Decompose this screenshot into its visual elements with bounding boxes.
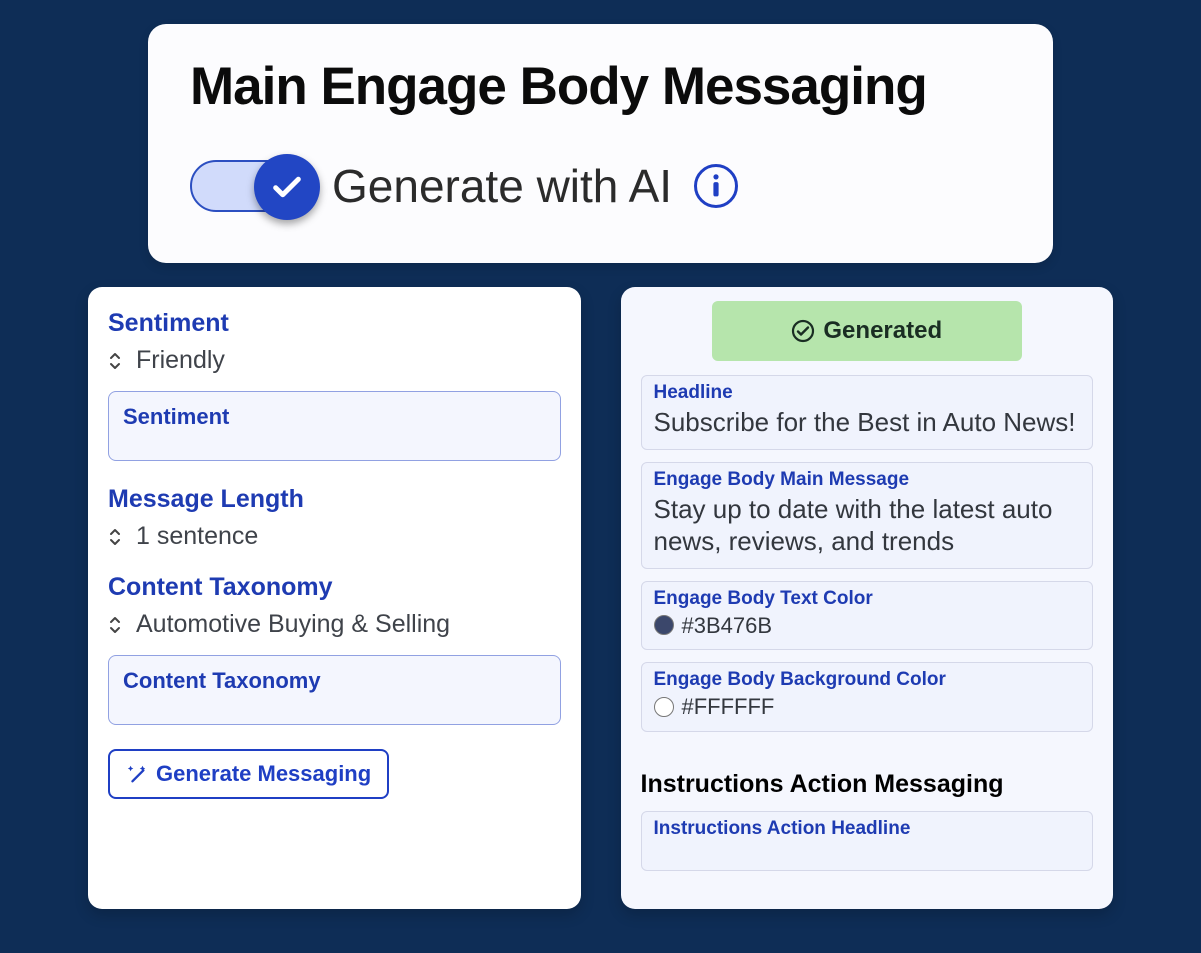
toggle-handle	[254, 154, 320, 220]
message-length-value: 1 sentence	[136, 522, 258, 551]
bg-color-value: #FFFFFF	[682, 693, 775, 721]
right-panel: Generated Headline Subscribe for the Bes…	[621, 287, 1114, 909]
sentiment-select[interactable]: Friendly	[108, 346, 561, 375]
page-title: Main Engage Body Messaging	[190, 56, 1011, 117]
sentiment-input-label: Sentiment	[123, 404, 546, 430]
ai-toggle-row: Generate with AI	[190, 159, 1011, 213]
taxonomy-label: Content Taxonomy	[108, 573, 561, 602]
color-swatch	[654, 697, 674, 717]
taxonomy-input-label: Content Taxonomy	[123, 668, 546, 694]
check-icon	[270, 170, 304, 204]
instructions-headline-field[interactable]: Instructions Action Headline	[641, 811, 1094, 871]
headline-field[interactable]: Headline Subscribe for the Best in Auto …	[641, 375, 1094, 450]
message-length-label: Message Length	[108, 485, 561, 514]
stepper-icon	[108, 349, 126, 373]
bg-color-label: Engage Body Background Color	[654, 669, 1081, 691]
color-swatch	[654, 615, 674, 635]
text-color-field[interactable]: Engage Body Text Color #3B476B	[641, 581, 1094, 651]
ai-toggle[interactable]	[190, 160, 310, 212]
bg-color-field[interactable]: Engage Body Background Color #FFFFFF	[641, 662, 1094, 732]
sparkle-icon	[126, 763, 148, 785]
main-message-label: Engage Body Main Message	[654, 469, 1081, 491]
headline-value: Subscribe for the Best in Auto News!	[654, 406, 1081, 439]
text-color-label: Engage Body Text Color	[654, 588, 1081, 610]
stepper-icon	[108, 525, 126, 549]
sentiment-value: Friendly	[136, 346, 225, 375]
stepper-icon	[108, 613, 126, 637]
message-length-select[interactable]: 1 sentence	[108, 522, 561, 551]
generate-btn-label: Generate Messaging	[156, 761, 371, 787]
status-badge: Generated	[712, 301, 1022, 361]
headline-label: Headline	[654, 382, 1081, 404]
text-color-value: #3B476B	[682, 612, 773, 640]
main-message-field[interactable]: Engage Body Main Message Stay up to date…	[641, 462, 1094, 569]
taxonomy-value: Automotive Buying & Selling	[136, 610, 450, 639]
check-circle-icon	[791, 319, 815, 343]
info-icon[interactable]	[694, 164, 738, 208]
ai-toggle-label: Generate with AI	[332, 159, 672, 213]
instructions-headline-label: Instructions Action Headline	[654, 818, 1081, 840]
generate-messaging-button[interactable]: Generate Messaging	[108, 749, 389, 799]
status-text: Generated	[823, 317, 942, 345]
left-panel: Sentiment Friendly Sentiment Message Len…	[88, 287, 581, 909]
sentiment-input[interactable]: Sentiment	[108, 391, 561, 461]
instructions-heading: Instructions Action Messaging	[641, 770, 1094, 799]
header-card: Main Engage Body Messaging Generate with…	[148, 24, 1053, 263]
taxonomy-input[interactable]: Content Taxonomy	[108, 655, 561, 725]
taxonomy-select[interactable]: Automotive Buying & Selling	[108, 610, 561, 639]
main-message-value: Stay up to date with the latest auto new…	[654, 493, 1081, 558]
sentiment-label: Sentiment	[108, 309, 561, 338]
